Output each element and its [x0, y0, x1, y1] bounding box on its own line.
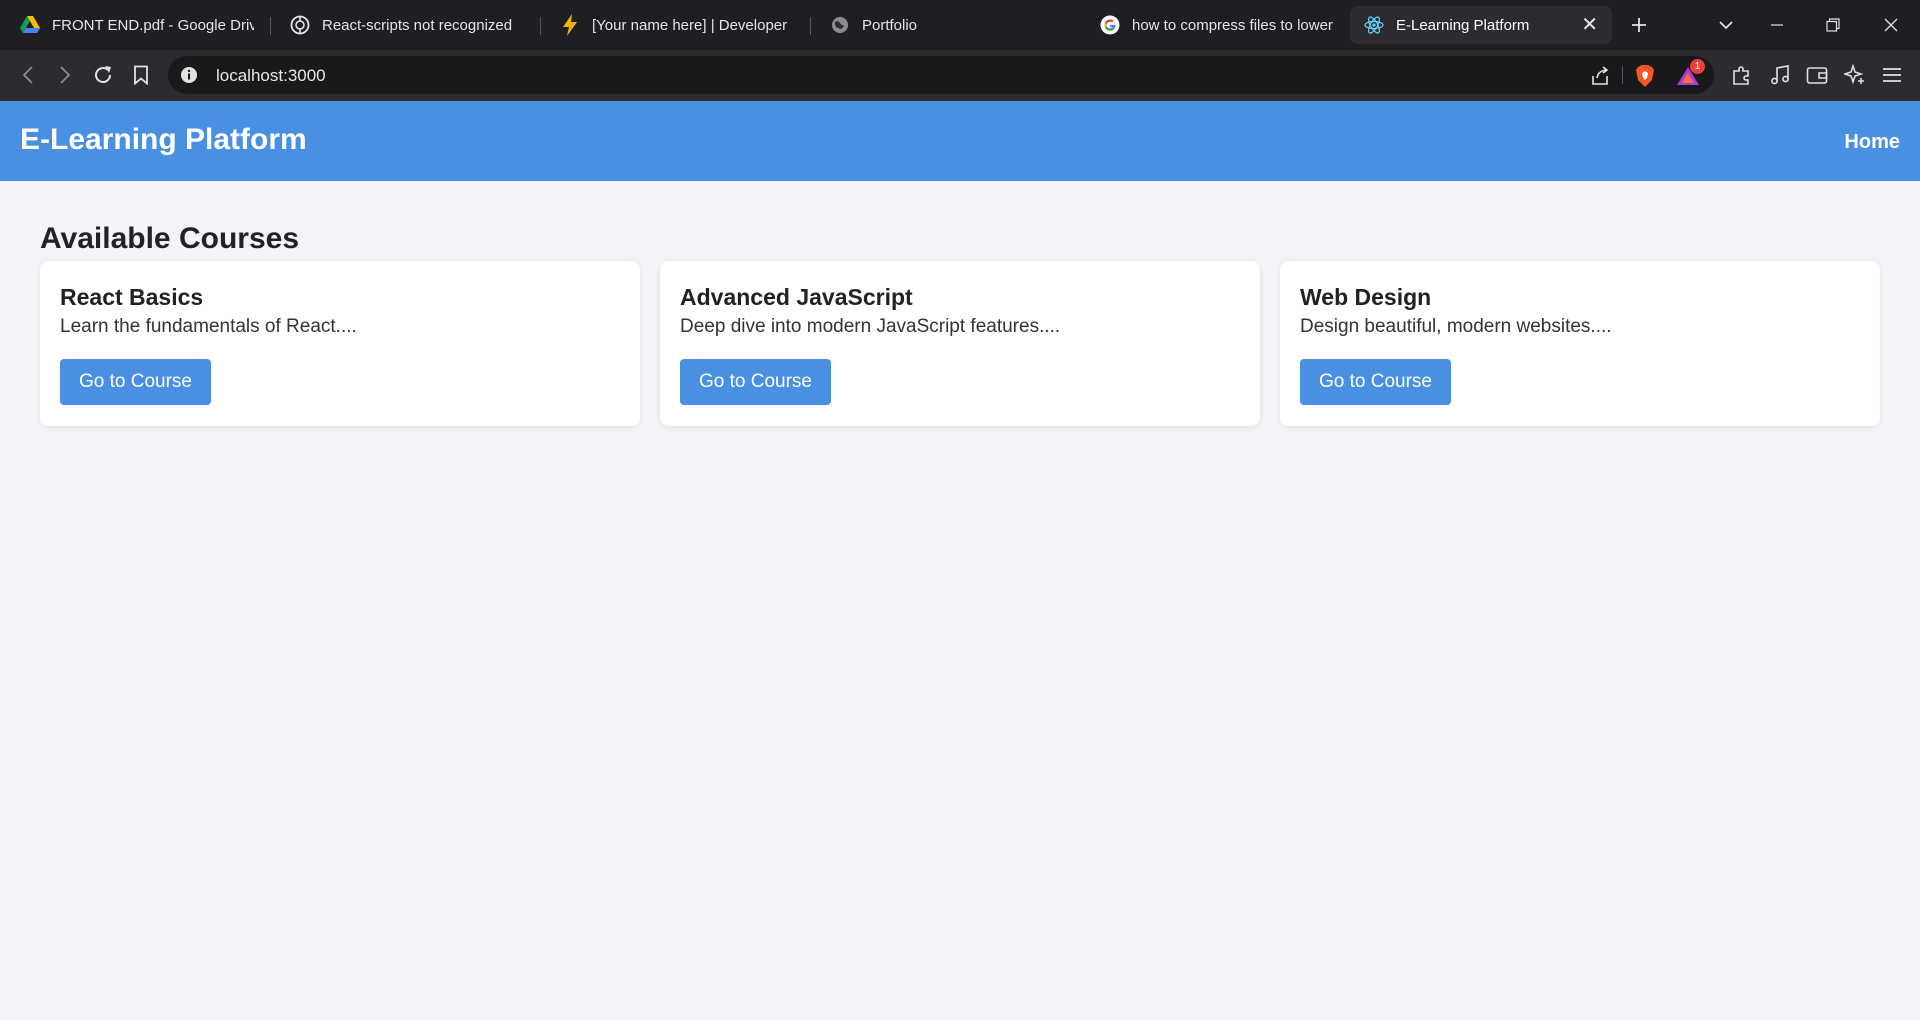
course-card: Advanced JavaScript Deep dive into moder… — [660, 261, 1260, 426]
course-list: React Basics Learn the fundamentals of R… — [40, 261, 1880, 426]
app-header: E-Learning Platform Home — [0, 101, 1920, 181]
restore-icon — [1826, 18, 1840, 32]
close-icon — [1884, 18, 1898, 32]
brave-shields-icon[interactable] — [1633, 64, 1657, 88]
arrow-left-icon — [22, 66, 33, 84]
menu-button[interactable] — [1877, 60, 1907, 90]
course-card: React Basics Learn the fundamentals of R… — [40, 261, 640, 426]
minimize-icon — [1771, 24, 1783, 26]
brand-title: E-Learning Platform — [20, 123, 307, 156]
browser-toolbar: localhost:3000 1 — [0, 50, 1920, 101]
sparkle-icon — [1844, 64, 1864, 85]
address-bar[interactable]: localhost:3000 1 — [168, 56, 1714, 94]
music-note-icon — [1771, 65, 1789, 85]
notification-badge: 1 — [1690, 59, 1705, 74]
close-window-button[interactable] — [1876, 10, 1906, 40]
course-description: Design beautiful, modern websites.... — [1300, 316, 1612, 337]
brave-rewards-icon[interactable]: 1 — [1676, 59, 1705, 88]
share-icon[interactable] — [1588, 64, 1612, 88]
tab-title: React-scripts not recognized — [322, 16, 513, 34]
course-title: Advanced JavaScript — [680, 284, 913, 310]
nav-home-link[interactable]: Home — [1844, 131, 1900, 154]
tab-separator — [270, 17, 271, 35]
go-to-course-button[interactable]: Go to Course — [680, 359, 831, 405]
puzzle-icon — [1733, 66, 1749, 85]
course-description: Deep dive into modern JavaScript feature… — [680, 316, 1061, 337]
arrow-right-icon — [60, 66, 71, 84]
restore-button[interactable] — [1818, 10, 1848, 40]
tab-separator — [810, 17, 811, 35]
new-tab-button[interactable] — [1624, 10, 1654, 40]
go-to-course-button[interactable]: Go to Course — [1300, 359, 1451, 405]
minimize-button[interactable] — [1762, 10, 1792, 40]
tab-separator — [540, 17, 541, 35]
course-description: Learn the fundamentals of React.... — [60, 316, 357, 337]
lightning-icon — [560, 14, 580, 36]
tab-title: how to compress files to lower — [1132, 16, 1333, 34]
bookmark-button[interactable] — [126, 60, 156, 90]
tab-title: Portfolio — [862, 16, 918, 34]
address-url: localhost:3000 — [216, 66, 326, 85]
course-title: React Basics — [60, 284, 204, 310]
browser-tab-strip: FRONT END.pdf - Google Drive React-scrip… — [0, 0, 1920, 50]
tab-developer[interactable]: [Your name here] | Developer — [546, 6, 808, 44]
media-button[interactable] — [1765, 60, 1795, 90]
globe-icon — [830, 15, 850, 35]
back-button[interactable] — [13, 60, 43, 90]
google-drive-icon — [20, 15, 40, 35]
omnibox-divider — [1622, 66, 1623, 84]
bookmark-icon — [134, 65, 148, 85]
chatgpt-icon — [290, 15, 310, 35]
tab-title: FRONT END.pdf - Google Drive — [52, 16, 254, 34]
tab-search-button[interactable] — [1711, 10, 1741, 40]
wallet-button[interactable] — [1802, 60, 1832, 90]
go-to-course-button[interactable]: Go to Course — [60, 359, 211, 405]
course-card: Web Design Design beautiful, modern webs… — [1280, 261, 1880, 426]
forward-button[interactable] — [50, 60, 80, 90]
tab-e-learning-platform[interactable]: E-Learning Platform ✕ — [1350, 6, 1612, 44]
leo-ai-button[interactable] — [1840, 60, 1870, 90]
hamburger-menu-icon — [1883, 68, 1901, 82]
reload-icon — [95, 66, 111, 83]
tab-title: E-Learning Platform — [1396, 16, 1530, 34]
tab-google-search[interactable]: how to compress files to lower — [1086, 6, 1348, 44]
tab-title: [Your name here] | Developer — [592, 16, 788, 34]
chevron-down-icon — [1719, 21, 1733, 30]
reload-button[interactable] — [88, 60, 118, 90]
wallet-icon — [1806, 67, 1828, 84]
close-tab-icon[interactable]: ✕ — [1567, 15, 1598, 35]
react-icon — [1364, 15, 1384, 35]
tab-react-scripts[interactable]: React-scripts not recognized — [276, 6, 538, 44]
google-icon — [1100, 15, 1120, 35]
section-title: Available Courses — [40, 222, 299, 255]
tab-portfolio[interactable]: Portfolio — [816, 6, 1078, 44]
plus-icon — [1632, 18, 1646, 32]
site-info-icon[interactable] — [180, 66, 198, 84]
course-title: Web Design — [1300, 284, 1432, 310]
extensions-button[interactable] — [1727, 60, 1757, 90]
tab-google-drive[interactable]: FRONT END.pdf - Google Drive — [6, 6, 268, 44]
main-content: Available Courses React Basics Learn the… — [40, 222, 1880, 426]
